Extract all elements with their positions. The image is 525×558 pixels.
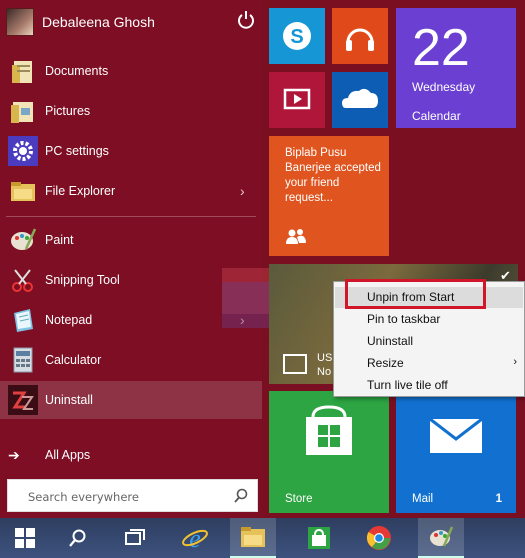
- tile-mail[interactable]: Mail 1: [396, 391, 516, 513]
- divider: [6, 216, 256, 217]
- store-button[interactable]: [296, 518, 342, 558]
- tile-label: Calendar: [412, 109, 461, 123]
- people-notification-text: Biplab Pusu Banerjee accepted your frien…: [285, 147, 381, 204]
- highlight-box: [345, 279, 486, 309]
- menu-resize[interactable]: Resize ›: [335, 353, 523, 374]
- file-explorer-icon: [241, 527, 265, 547]
- svg-text:e: e: [189, 524, 201, 552]
- gear-icon: [8, 136, 38, 166]
- news-line: US: [317, 352, 333, 364]
- pictures-icon: [11, 102, 33, 123]
- news-line: No: [317, 366, 332, 378]
- calendar-date: 22: [412, 19, 470, 77]
- paint-icon: [430, 526, 454, 547]
- cloud-icon: [342, 88, 378, 108]
- uninstall-icon: [8, 385, 38, 415]
- mail-count-badge: 1: [495, 493, 502, 505]
- search-icon: [69, 529, 86, 547]
- tile-onedrive[interactable]: [332, 72, 388, 128]
- calculator-icon: [13, 347, 33, 373]
- menu-item-label: Paint: [45, 233, 74, 247]
- menu-item-documents[interactable]: Documents: [0, 52, 262, 90]
- paint-button[interactable]: [418, 518, 464, 558]
- menu-item-label: Resize: [367, 356, 404, 370]
- menu-item-label: File Explorer: [45, 184, 116, 198]
- menu-item-label: Notepad: [45, 313, 93, 327]
- menu-item-pictures[interactable]: Pictures: [0, 92, 262, 130]
- menu-turn-live-tile-off[interactable]: Turn live tile off: [335, 375, 523, 396]
- all-apps-label: All Apps: [45, 448, 91, 462]
- video-icon: [283, 88, 311, 110]
- calendar-weekday: Wednesday: [412, 80, 476, 94]
- mail-icon: [429, 417, 483, 453]
- task-view-button[interactable]: [112, 518, 158, 558]
- documents-icon: [12, 61, 32, 83]
- snipping-tool-icon: [12, 269, 33, 292]
- user-name: Debaleena Ghosh: [42, 14, 155, 30]
- taskbar: e: [0, 518, 525, 558]
- paint-icon: [11, 228, 37, 250]
- menu-item-label: Snipping Tool: [45, 273, 120, 287]
- menu-item-label: Calculator: [45, 353, 102, 367]
- menu-item-label: Documents: [45, 64, 109, 78]
- tile-people[interactable]: Biplab Pusu Banerjee accepted your frien…: [269, 136, 389, 256]
- chevron-right-icon: ›: [513, 356, 517, 368]
- watermark-block: [222, 282, 274, 328]
- tile-skype[interactable]: S: [269, 8, 325, 64]
- start-menu-left-pane: Debaleena Ghosh Documents Pictures PC se…: [0, 0, 262, 518]
- tile-store[interactable]: Store: [269, 391, 389, 513]
- internet-explorer-icon: e: [182, 524, 208, 552]
- chrome-icon: [366, 526, 391, 550]
- power-icon[interactable]: [236, 10, 256, 30]
- tile-video[interactable]: [269, 72, 325, 128]
- menu-item-label: PC settings: [45, 144, 109, 158]
- skype-icon: S: [283, 22, 311, 50]
- taskbar-search-button[interactable]: [55, 518, 101, 558]
- people-icon: [286, 229, 306, 244]
- menu-uninstall[interactable]: Uninstall: [335, 331, 523, 352]
- tile-label: Mail: [412, 493, 434, 505]
- store-icon: [308, 527, 330, 549]
- notepad-icon: [14, 309, 33, 332]
- arrow-right-icon: ➔: [8, 446, 20, 463]
- tile-label: Store: [285, 493, 313, 505]
- start-button[interactable]: [2, 518, 48, 558]
- chrome-button[interactable]: [356, 518, 402, 558]
- menu-item-label: Turn live tile off: [367, 378, 448, 392]
- chevron-right-icon[interactable]: ›: [240, 183, 245, 199]
- store-icon: [306, 405, 352, 455]
- menu-item-label: Pin to taskbar: [367, 312, 441, 326]
- file-explorer-icon: [11, 182, 35, 201]
- svg-text:S: S: [290, 26, 303, 48]
- avatar: [6, 8, 34, 36]
- user-account[interactable]: Debaleena Ghosh: [6, 8, 155, 36]
- internet-explorer-button[interactable]: e: [172, 518, 218, 558]
- menu-pin-to-taskbar[interactable]: Pin to taskbar: [335, 309, 523, 330]
- tile-music[interactable]: [332, 8, 388, 64]
- menu-item-label: Pictures: [45, 104, 91, 118]
- menu-item-label: Uninstall: [367, 334, 414, 348]
- file-explorer-button[interactable]: [230, 518, 276, 558]
- news-headline: US No: [317, 351, 332, 379]
- search-input[interactable]: Search everywhere: [7, 479, 258, 512]
- search-icon[interactable]: [233, 488, 249, 504]
- tile-calendar[interactable]: 22 Wednesday Calendar: [396, 8, 516, 128]
- news-icon: [283, 354, 307, 374]
- search-placeholder: Search everywhere: [28, 490, 139, 504]
- menu-item-pc-settings[interactable]: PC settings: [0, 132, 262, 170]
- menu-item-paint[interactable]: Paint: [0, 221, 262, 259]
- menu-item-uninstall[interactable]: Uninstall: [0, 381, 262, 419]
- menu-item-label: Uninstall: [45, 393, 93, 407]
- headphones-icon: [346, 28, 374, 51]
- task-view-icon: [125, 529, 145, 545]
- menu-item-file-explorer[interactable]: File Explorer ›: [0, 172, 262, 210]
- all-apps-button[interactable]: ➔ All Apps: [8, 444, 90, 466]
- windows-logo-icon: [15, 528, 35, 548]
- menu-item-calculator[interactable]: Calculator: [0, 341, 262, 379]
